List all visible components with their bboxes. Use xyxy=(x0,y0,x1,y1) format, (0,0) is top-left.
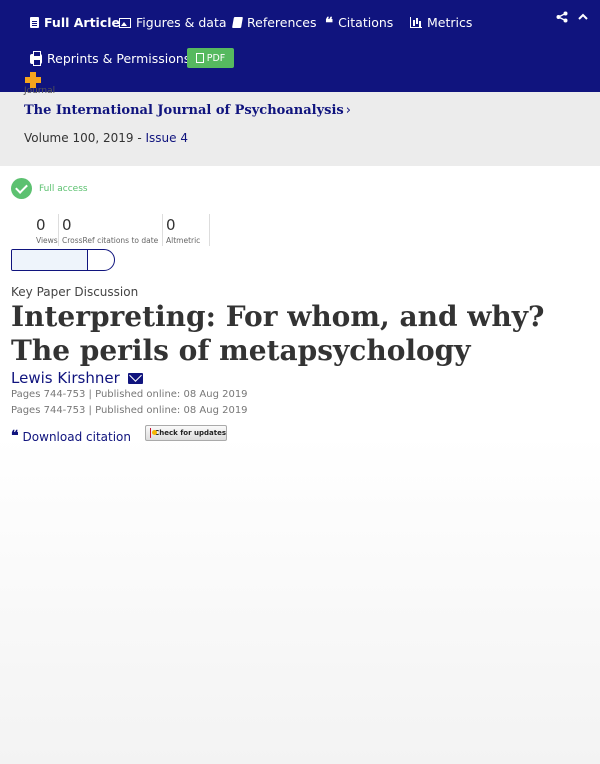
metrics-widget-field xyxy=(12,250,88,270)
pdf-file-icon xyxy=(195,53,204,63)
envelope-icon[interactable] xyxy=(127,372,143,384)
quote-icon: ❝ xyxy=(325,13,334,32)
tab-reprints-permissions[interactable]: Reprints & Permissions xyxy=(30,50,191,66)
image-icon xyxy=(119,17,131,28)
check-circle-icon xyxy=(11,178,32,199)
metric-crossref-value: 0 xyxy=(62,216,72,234)
author-name: Lewis Kirshner xyxy=(11,369,120,387)
article-type: Key Paper Discussion xyxy=(11,285,139,299)
metric-crossref-label: CrossRef citations to date xyxy=(62,236,159,245)
journal-title: The International Journal of Psychoanaly… xyxy=(24,103,344,118)
tab-label: Citations xyxy=(338,15,394,30)
metric-altmetric-value: 0 xyxy=(166,216,176,234)
tab-label: Full Article xyxy=(44,15,121,30)
check-updates-label: Check for updates xyxy=(154,429,226,437)
plus-icon[interactable] xyxy=(25,72,41,88)
check-for-updates-button[interactable]: Check for updates xyxy=(145,425,227,441)
author-link[interactable]: Lewis Kirshner xyxy=(11,369,143,387)
tab-label: Reprints & Permissions xyxy=(47,51,191,66)
tab-label: Metrics xyxy=(427,15,473,30)
tab-full-article[interactable]: Full Article xyxy=(30,15,120,30)
metric-views-label: Views xyxy=(36,236,58,245)
volume-issue: Volume 100, 2019 - Issue 4 xyxy=(24,131,188,145)
metric-divider xyxy=(58,214,59,246)
metric-divider xyxy=(162,214,163,246)
pages-published: Pages 744-753 | Published online: 08 Aug… xyxy=(11,389,248,400)
article-title: Interpreting: For whom, and why? The per… xyxy=(11,300,545,367)
metric-views-value: 0 xyxy=(36,216,46,234)
metrics-widget[interactable] xyxy=(11,249,115,271)
caret-up-icon[interactable] xyxy=(577,11,589,23)
article-nav-bar: Full Article Figures & data References ❝… xyxy=(0,0,600,92)
tab-label: Figures & data xyxy=(136,15,227,30)
chevron-right-icon: › xyxy=(345,103,351,118)
download-citation-label: Download citation xyxy=(22,430,131,444)
pdf-button[interactable]: PDF xyxy=(187,48,234,68)
metric-divider xyxy=(209,214,210,246)
pdf-label: PDF xyxy=(206,52,226,64)
tab-references[interactable]: References xyxy=(232,15,317,30)
volume-text: Volume 100, 2019 - xyxy=(24,131,146,145)
tab-label: References xyxy=(247,15,317,30)
tab-citations[interactable]: ❝ Citations xyxy=(325,15,393,30)
tab-figures-data[interactable]: Figures & data xyxy=(119,15,227,30)
bar-chart-icon xyxy=(410,17,422,28)
access-label: Full access xyxy=(39,184,88,194)
document-icon xyxy=(30,17,39,28)
journal-title-link[interactable]: The International Journal of Psychoanaly… xyxy=(24,103,351,118)
quote-icon: ❝ xyxy=(11,428,19,444)
book-icon xyxy=(232,17,243,28)
download-citation-link[interactable]: ❝ Download citation xyxy=(11,428,131,444)
metric-altmetric-label: Altmetric xyxy=(166,236,201,245)
tab-metrics[interactable]: Metrics xyxy=(410,15,472,30)
print-icon xyxy=(30,50,42,66)
share-icon[interactable] xyxy=(556,11,568,23)
pages-published: Pages 744-753 | Published online: 08 Aug… xyxy=(11,405,248,416)
issue-link[interactable]: Issue 4 xyxy=(145,131,187,145)
